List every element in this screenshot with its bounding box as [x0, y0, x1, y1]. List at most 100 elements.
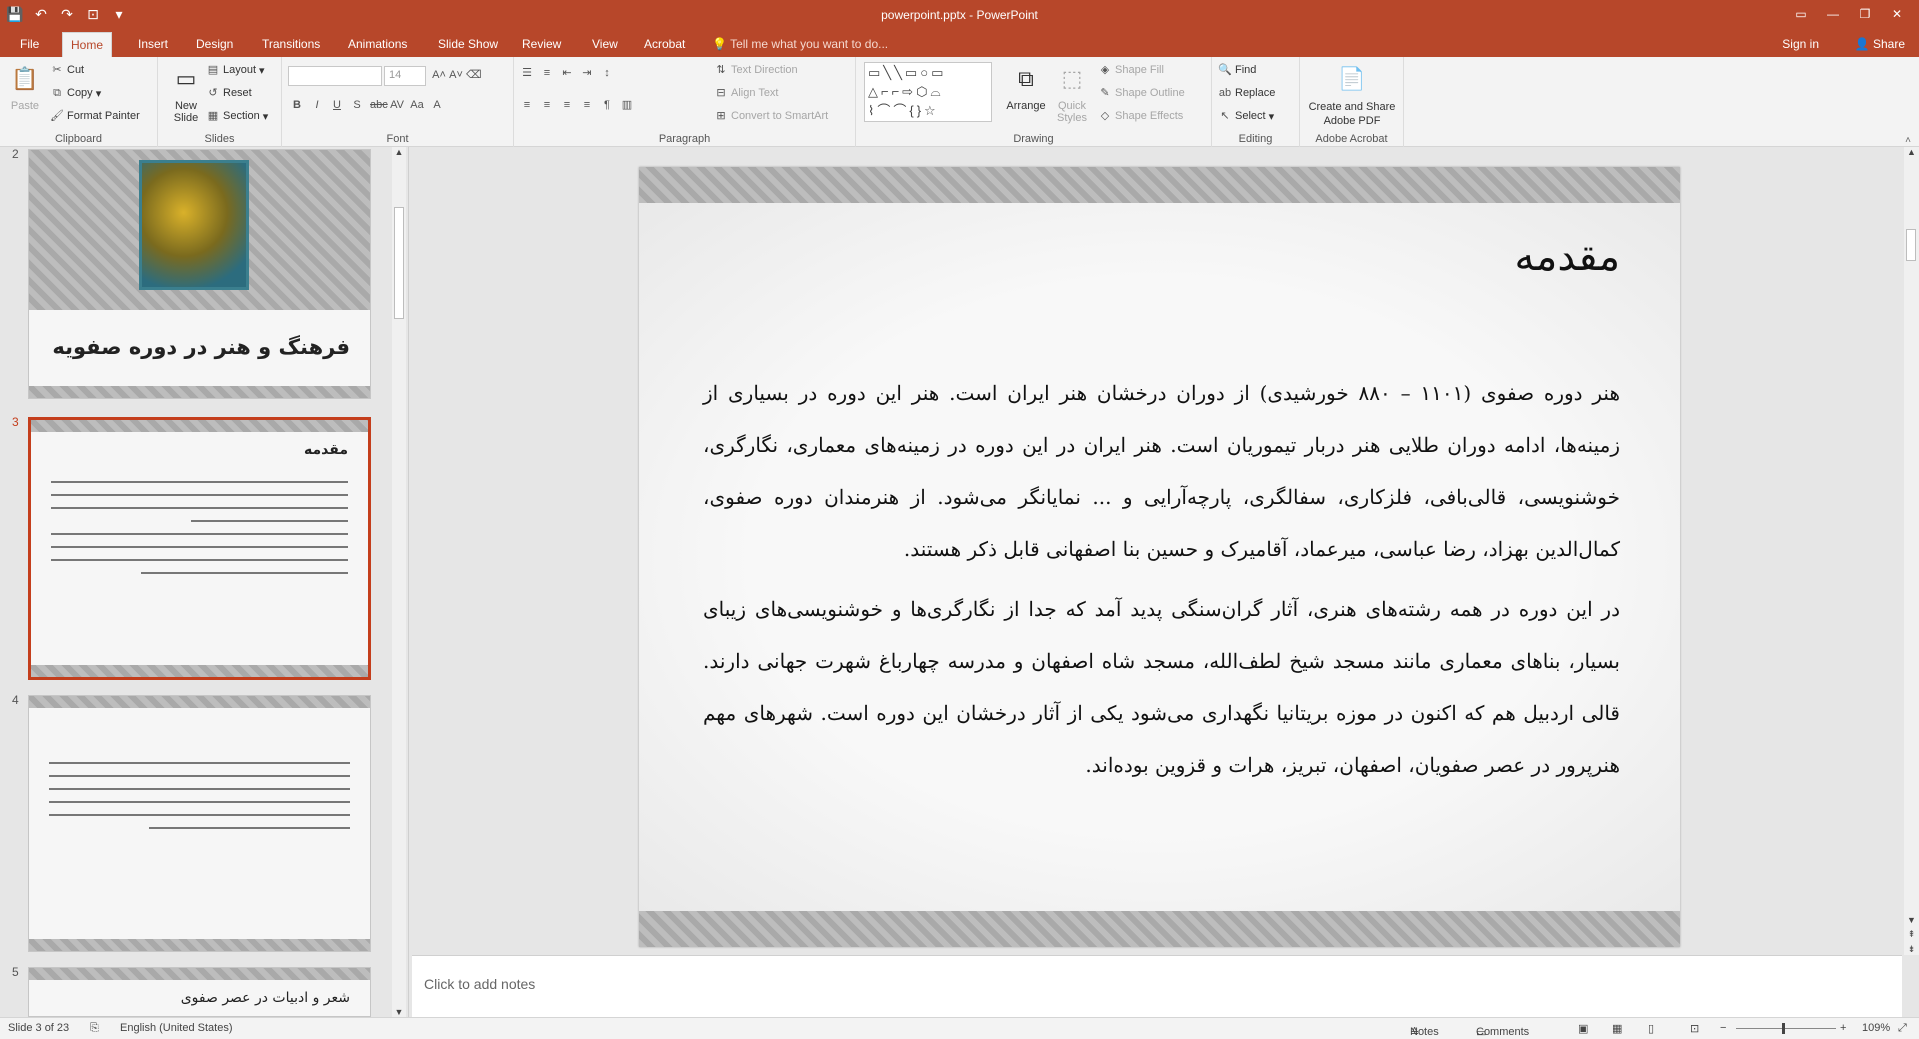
clear-format-icon[interactable]: ⌫: [466, 68, 482, 82]
strikethrough-icon[interactable]: abc: [370, 98, 388, 112]
layout-button[interactable]: ▤ Layout ▾: [206, 63, 265, 77]
tab-view[interactable]: View: [584, 32, 626, 57]
align-right-icon[interactable]: ≡: [560, 98, 574, 112]
thumbnail-scrollbar[interactable]: ▲ ▼: [392, 147, 406, 1017]
font-size-input[interactable]: 14: [384, 66, 426, 86]
new-slide-button[interactable]: ▭ New Slide: [166, 63, 206, 124]
current-slide[interactable]: مقدمه هنر دوره صفوی (۱۱۰۱ – ۸۸۰ خورشیدی)…: [639, 167, 1680, 947]
spellcheck-icon[interactable]: ⎘: [90, 1022, 99, 1035]
tab-animations[interactable]: Animations: [340, 32, 415, 57]
scroll-up-icon[interactable]: ▲: [1904, 147, 1919, 157]
line-spacing-icon[interactable]: ↕: [600, 66, 614, 80]
font-name-input[interactable]: [288, 66, 382, 86]
previous-slide-icon[interactable]: ⇞: [1904, 929, 1919, 940]
increase-indent-icon[interactable]: ⇥: [580, 66, 594, 80]
slideshow-view-icon[interactable]: ⊡: [1690, 1022, 1699, 1035]
paste-button[interactable]: 📋 Paste: [8, 63, 42, 112]
copy-button[interactable]: ⧉ Copy ▾: [50, 86, 101, 100]
create-share-pdf-button[interactable]: 📄 Create and Share Adobe PDF: [1304, 63, 1400, 128]
slide-thumbnail-5[interactable]: شعر و ادبیات در عصر صفوی: [28, 967, 371, 1017]
tab-design[interactable]: Design: [188, 32, 241, 57]
scroll-up-icon[interactable]: ▲: [392, 147, 406, 157]
tab-review[interactable]: Review: [514, 32, 569, 57]
ribbon: 📋 Paste ✂ Cut ⧉ Copy ▾ 🖌 Format Painter Clipb…: [0, 57, 1919, 147]
fit-to-window-icon[interactable]: ⤢: [1898, 1022, 1907, 1035]
slide-editing-area: مقدمه هنر دوره صفوی (۱۱۰۱ – ۸۸۰ خورشیدی)…: [412, 147, 1902, 955]
spacing-icon[interactable]: AV: [390, 98, 404, 112]
tab-insert[interactable]: Insert: [130, 32, 176, 57]
tab-file[interactable]: File: [12, 32, 47, 57]
decrease-indent-icon[interactable]: ⇤: [560, 66, 574, 80]
zoom-out-icon[interactable]: −: [1720, 1022, 1726, 1034]
shape-effects-button[interactable]: ◇ Shape Effects: [1098, 109, 1184, 123]
scrollbar-thumb[interactable]: [1906, 229, 1916, 261]
select-button[interactable]: ↖ Select ▾: [1218, 109, 1274, 123]
slide-sorter-icon[interactable]: ▦: [1612, 1022, 1622, 1035]
tab-acrobat[interactable]: Acrobat: [636, 32, 693, 57]
tab-transitions[interactable]: Transitions: [254, 32, 328, 57]
collapse-ribbon-icon[interactable]: ˄: [1905, 135, 1911, 146]
convert-smartart-button[interactable]: ⊞ Convert to SmartArt: [714, 109, 828, 123]
shapes-gallery[interactable]: ▭╲╲▭○▭ △⌐⌐⇨⬡⌓ ⌇⌒⌒{}☆: [864, 62, 992, 122]
reading-view-icon[interactable]: ▯: [1648, 1022, 1654, 1035]
shape-outline-button[interactable]: ✎ Shape Outline: [1098, 86, 1184, 100]
slide-scrollbar[interactable]: ▲ ▼ ⇞ ⇟: [1904, 147, 1919, 955]
columns-icon[interactable]: ▥: [620, 98, 634, 112]
scrollbar-thumb[interactable]: [394, 207, 404, 319]
title-bar: 💾 ↶ ↷ ⊡ ▾ powerpoint.pptx - PowerPoint ▭…: [0, 0, 1919, 30]
text-direction-button[interactable]: ⇅ Text Direction: [714, 63, 797, 77]
normal-view-icon[interactable]: ▣: [1578, 1022, 1588, 1035]
align-center-icon[interactable]: ≡: [540, 98, 554, 112]
ribbon-options-icon[interactable]: ▭: [1785, 2, 1817, 26]
restore-icon[interactable]: ❐: [1849, 2, 1881, 26]
section-button[interactable]: ▦ Section ▾: [206, 109, 268, 123]
scroll-down-icon[interactable]: ▼: [1904, 915, 1919, 925]
tab-slide-show[interactable]: Slide Show: [430, 32, 506, 57]
bold-icon[interactable]: B: [290, 98, 304, 112]
tell-me-search[interactable]: 💡 Tell me what you want to do...: [712, 32, 888, 57]
arrange-button[interactable]: ⧉ Arrange: [1006, 63, 1046, 112]
shadow-icon[interactable]: S: [350, 98, 364, 112]
quick-styles-button[interactable]: ⬚ Quick Styles: [1052, 63, 1092, 124]
notes-pane[interactable]: Click to add notes: [412, 955, 1902, 1017]
slide-body-text[interactable]: هنر دوره صفوی (۱۱۰۱ – ۸۸۰ خورشیدی) از دو…: [703, 367, 1620, 799]
slide-thumbnail-3-selected[interactable]: مقدمه: [28, 417, 371, 680]
underline-icon[interactable]: U: [330, 98, 344, 112]
align-left-icon[interactable]: ≡: [520, 98, 534, 112]
justify-icon[interactable]: ≡: [580, 98, 594, 112]
comments-label: Comments: [1476, 1026, 1530, 1038]
slide-counter: Slide 3 of 23: [8, 1022, 70, 1034]
change-case-icon[interactable]: Aa: [410, 98, 424, 112]
zoom-slider[interactable]: [1736, 1028, 1836, 1029]
font-color-icon[interactable]: A: [430, 98, 444, 112]
shape-fill-button[interactable]: ◈ Shape Fill: [1098, 63, 1164, 77]
next-slide-icon[interactable]: ⇟: [1904, 944, 1919, 955]
sign-in-link[interactable]: Sign in: [1782, 32, 1819, 57]
rtl-icon[interactable]: ¶: [600, 98, 614, 112]
share-label: Share: [1872, 37, 1905, 51]
shrink-font-icon[interactable]: A˅: [449, 68, 463, 82]
bullets-icon[interactable]: ☰: [520, 66, 534, 80]
slide-title[interactable]: مقدمه: [1514, 234, 1620, 280]
zoom-level[interactable]: 109%: [1862, 1022, 1890, 1034]
paste-label: Paste: [10, 100, 40, 112]
close-icon[interactable]: ✕: [1881, 2, 1913, 26]
share-button[interactable]: 👤 Share: [1855, 32, 1905, 57]
numbering-icon[interactable]: ≡: [540, 66, 554, 80]
grow-font-icon[interactable]: A˄: [432, 68, 446, 82]
format-painter-button[interactable]: 🖌 Format Painter: [50, 109, 140, 123]
zoom-in-icon[interactable]: +: [1840, 1022, 1846, 1034]
reset-button[interactable]: ↺ Reset: [206, 86, 251, 100]
italic-icon[interactable]: I: [310, 98, 324, 112]
cut-button[interactable]: ✂ Cut: [50, 63, 84, 77]
minimize-icon[interactable]: —: [1817, 2, 1849, 26]
slide-thumbnail-2[interactable]: فرهنگ و هنر در دوره صفویه: [28, 149, 371, 399]
tab-home[interactable]: Home: [62, 32, 113, 57]
align-text-button[interactable]: ⊟ Align Text: [714, 86, 778, 100]
replace-button[interactable]: ab Replace: [1218, 86, 1275, 100]
find-button[interactable]: 🔍 Find: [1218, 63, 1256, 77]
scroll-down-icon[interactable]: ▼: [392, 1007, 406, 1017]
slide-thumbnail-4[interactable]: [28, 695, 371, 952]
zoom-slider-handle[interactable]: [1782, 1023, 1785, 1034]
language-indicator[interactable]: English (United States): [120, 1022, 233, 1034]
